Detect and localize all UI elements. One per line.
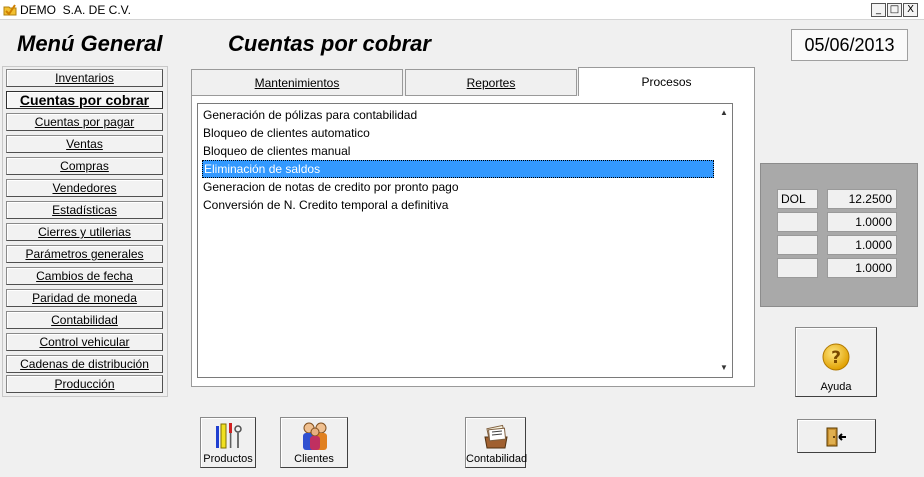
question-mark-icon: ? bbox=[821, 342, 851, 372]
menu-estadisticas-button[interactable]: Estadísticas bbox=[6, 201, 163, 219]
productos-label: Productos bbox=[203, 453, 253, 465]
tab-procesos[interactable]: Procesos bbox=[578, 67, 755, 97]
menu-ventas-button[interactable]: Ventas bbox=[6, 135, 163, 153]
currency-code bbox=[777, 235, 818, 255]
menu-cadenas-button[interactable]: Cadenas de distribución bbox=[6, 355, 163, 373]
folder-check-icon bbox=[3, 3, 17, 17]
currency-code: DOL bbox=[777, 189, 818, 209]
window-title: DEMO S.A. DE C.V. bbox=[20, 3, 131, 17]
menu-compras-button[interactable]: Compras bbox=[6, 157, 163, 175]
menu-parametros-button[interactable]: Parámetros generales bbox=[6, 245, 163, 263]
contabilidad-button[interactable]: Contabilidad bbox=[465, 417, 528, 468]
menu-vendedores-button[interactable]: Vendedores bbox=[6, 179, 163, 197]
clientes-label: Clientes bbox=[294, 453, 334, 465]
close-button[interactable]: X bbox=[903, 3, 918, 17]
title-bar: DEMO S.A. DE C.V. _ □ X bbox=[0, 0, 924, 20]
door-exit-icon bbox=[824, 426, 848, 448]
productos-button[interactable]: Productos bbox=[200, 417, 256, 468]
list-item[interactable]: Generacion de notas de credito por pront… bbox=[202, 178, 714, 196]
menu-inventarios-button[interactable]: Inventarios bbox=[6, 69, 163, 87]
menu-cambios-fecha-button[interactable]: Cambios de fecha bbox=[6, 267, 163, 285]
list-item-selected[interactable]: Eliminación de saldos bbox=[202, 160, 714, 178]
tab-reportes[interactable]: Reportes bbox=[405, 69, 577, 96]
clientes-button[interactable]: Clientes bbox=[280, 417, 348, 468]
list-item[interactable]: Generación de pólizas para contabilidad bbox=[202, 106, 714, 124]
currency-rate: 1.0000 bbox=[827, 212, 897, 232]
tools-icon bbox=[213, 421, 243, 451]
exchange-rate-panel: DOL 12.2500 1.0000 1.0000 1.0000 bbox=[760, 163, 918, 307]
menu-cuentas-por-cobrar-button[interactable]: Cuentas por cobrar bbox=[6, 91, 163, 109]
list-scrollbar[interactable]: ▲ ▼ bbox=[716, 104, 732, 377]
menu-control-vehicular-button[interactable]: Control vehicular bbox=[6, 333, 163, 351]
menu-cierres-button[interactable]: Cierres y utilerias bbox=[6, 223, 163, 241]
tab-mantenimientos[interactable]: Mantenimientos bbox=[191, 69, 403, 96]
menu-heading: Menú General bbox=[17, 31, 163, 56]
minimize-button[interactable]: _ bbox=[871, 3, 886, 17]
scroll-up-icon[interactable]: ▲ bbox=[716, 106, 732, 120]
scroll-down-icon[interactable]: ▼ bbox=[716, 361, 732, 375]
currency-rate: 12.2500 bbox=[827, 189, 897, 209]
list-item[interactable]: Bloqueo de clientes manual bbox=[202, 142, 714, 160]
currency-rate: 1.0000 bbox=[827, 258, 897, 278]
people-icon bbox=[299, 420, 331, 452]
process-list[interactable]: Generación de pólizas para contabilidad … bbox=[197, 103, 733, 378]
exit-button[interactable] bbox=[797, 419, 876, 453]
contabilidad-label: Contabilidad bbox=[466, 453, 528, 465]
currency-code bbox=[777, 258, 818, 278]
svg-text:?: ? bbox=[831, 348, 841, 368]
currency-rate: 1.0000 bbox=[827, 235, 897, 255]
date-display: 05/06/2013 bbox=[791, 29, 908, 61]
ayuda-button[interactable]: ? Ayuda bbox=[795, 327, 877, 397]
menu-contabilidad-button[interactable]: Contabilidad bbox=[6, 311, 163, 329]
section-heading: Cuentas por cobrar bbox=[228, 31, 431, 56]
maximize-button[interactable]: □ bbox=[887, 3, 902, 17]
menu-cuentas-por-pagar-button[interactable]: Cuentas por pagar bbox=[6, 113, 163, 131]
card-file-icon bbox=[481, 421, 511, 451]
currency-code bbox=[777, 212, 818, 232]
menu-produccion-button[interactable]: Producción bbox=[6, 375, 163, 393]
list-item[interactable]: Conversión de N. Credito temporal a defi… bbox=[202, 196, 714, 214]
list-item[interactable]: Bloqueo de clientes automatico bbox=[202, 124, 714, 142]
ayuda-label: Ayuda bbox=[820, 381, 852, 393]
menu-paridad-button[interactable]: Paridad de moneda bbox=[6, 289, 163, 307]
